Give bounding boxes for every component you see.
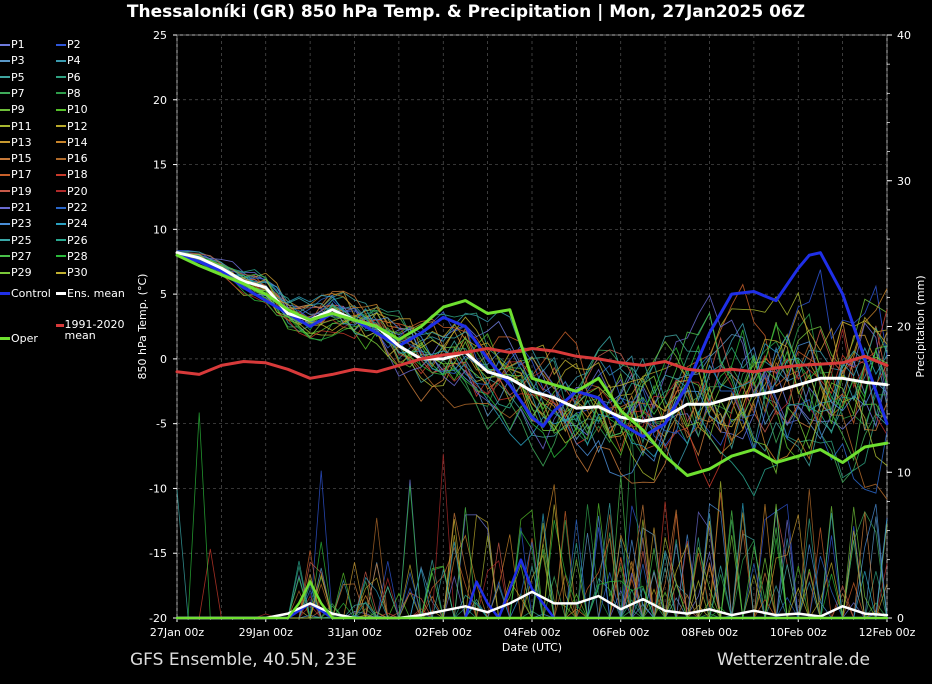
x-tick-label: 29Jan 00z xyxy=(239,626,293,639)
y-tick-label: -20 xyxy=(149,612,167,625)
y-axis-label: 850 hPa Temp. (°C) xyxy=(136,274,149,380)
y2-tick-label: 10 xyxy=(897,466,911,479)
y-tick-label: 25 xyxy=(153,29,167,42)
x-tick-label: 27Jan 00z xyxy=(150,626,204,639)
y2-tick-label: 0 xyxy=(897,612,904,625)
y-tick-label: 5 xyxy=(160,288,167,301)
chart-svg: -20 -15 -10 -5 0 5 10 15 20 25 0 10 20 30 40 27Jan 00z 2… xyxy=(136,29,927,654)
y-tick-label: -5 xyxy=(156,418,167,431)
x-tick-label: 31Jan 00z xyxy=(327,626,381,639)
model-info-label: GFS Ensemble, 40.5N, 23E xyxy=(130,650,357,670)
y-tick-label: 15 xyxy=(153,159,167,172)
x-tick-label: 02Feb 00z xyxy=(415,626,472,639)
y-tick-label: 20 xyxy=(153,94,167,107)
y2-tick-label: 30 xyxy=(897,175,911,188)
y-tick-label: 10 xyxy=(153,223,167,236)
y-tick-label: -15 xyxy=(149,547,167,560)
x-tick-label: 10Feb 00z xyxy=(770,626,827,639)
y2-tick-label: 40 xyxy=(897,29,911,42)
x-tick-label: 08Feb 00z xyxy=(681,626,738,639)
site-credit-label: Wetterzentrale.de xyxy=(716,650,870,670)
y-tick-label: 0 xyxy=(160,353,167,366)
y-tick-label: -10 xyxy=(149,482,167,495)
y2-tick-label: 20 xyxy=(897,321,911,334)
x-tick-label: 04Feb 00z xyxy=(504,626,561,639)
x-axis-label: Date (UTC) xyxy=(502,641,562,654)
x-tick-label: 06Feb 00z xyxy=(592,626,649,639)
x-tick-label: 12Feb 00z xyxy=(859,626,916,639)
y2-axis-label: Precipitation (mm) xyxy=(914,275,927,377)
